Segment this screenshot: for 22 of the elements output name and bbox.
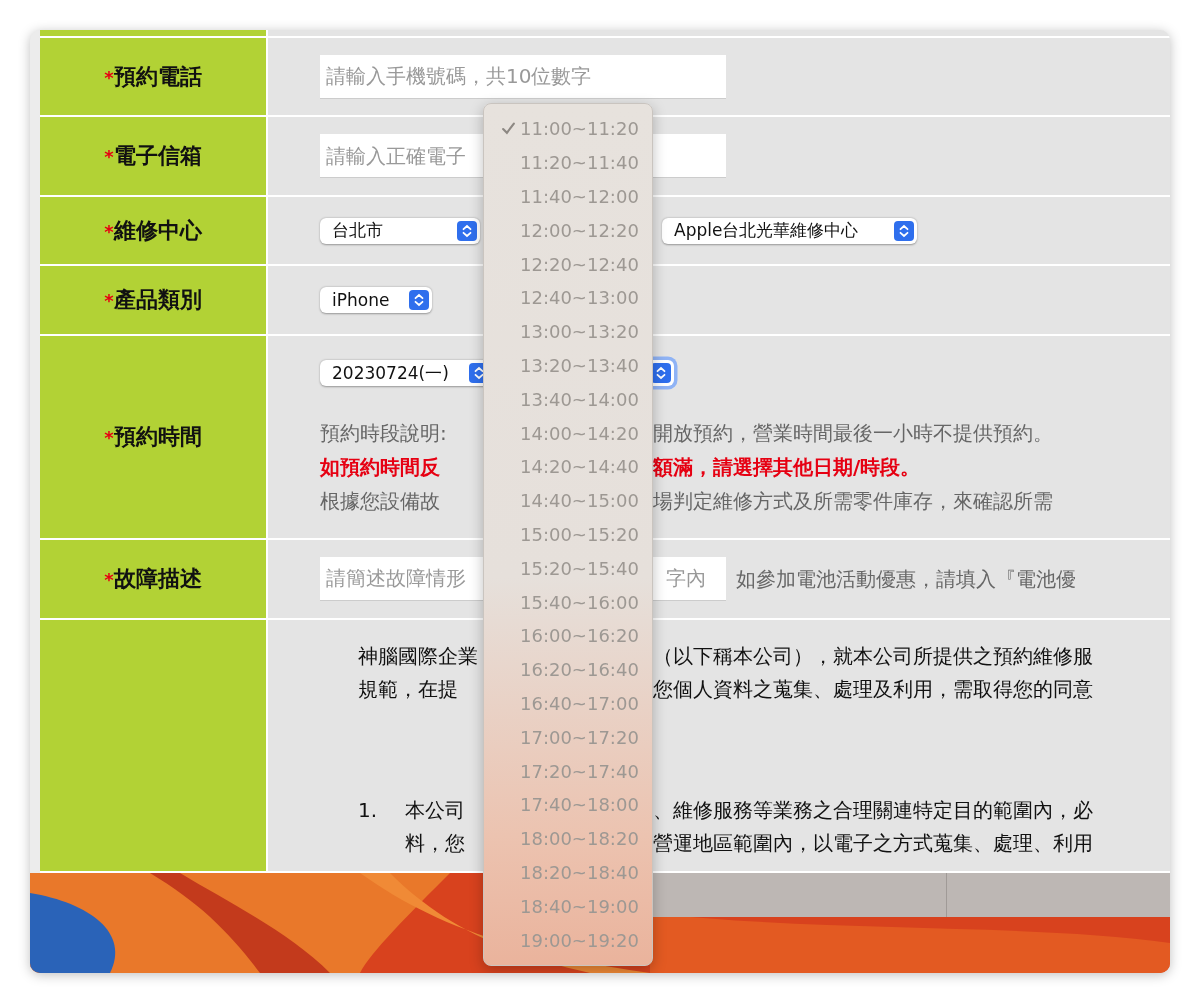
- field-label: *預約電話: [104, 62, 202, 91]
- terms-text: 本公司: [405, 798, 465, 822]
- note-text: 預約時段說明:: [320, 421, 447, 445]
- terms-text: 、維修服務等業務之合理關連特定目的範圍內，必: [653, 797, 1093, 824]
- field-label: *產品類別: [104, 286, 202, 314]
- field-label: *故障描述: [104, 565, 202, 593]
- hint-text: 如參加電池活動優惠，請填入『電池優: [736, 565, 1076, 593]
- field-label: *維修中心: [104, 216, 202, 245]
- note-text: 場判定維修方式及所需零件庫存，來確認所需: [653, 488, 1053, 515]
- note-text: 開放預約，營業時間最後一小時不提供預約。: [653, 420, 1053, 447]
- field-label: *預約時間: [104, 423, 202, 451]
- list-number: 1.: [358, 798, 378, 822]
- terms-text: 營運地區範圍內，以電子之方式蒐集、處理、利用: [653, 830, 1093, 857]
- terms-text: （以下稱本公司），就本公司所提供之預約維修服: [653, 643, 1093, 670]
- terms-text: 規範，在提: [358, 677, 458, 701]
- field-label: *電子信箱: [104, 142, 202, 170]
- note-text: 額滿，請選擇其他日期/時段。: [653, 454, 921, 481]
- terms-text: 您個人資料之蒐集、處理及利用，需取得您的同意: [653, 676, 1093, 703]
- terms-text: 神腦國際企業: [358, 644, 478, 668]
- note-text: 如預約時間反: [320, 455, 440, 479]
- note-text: 根據您設備故: [320, 489, 440, 513]
- terms-text: 料，您: [405, 831, 465, 855]
